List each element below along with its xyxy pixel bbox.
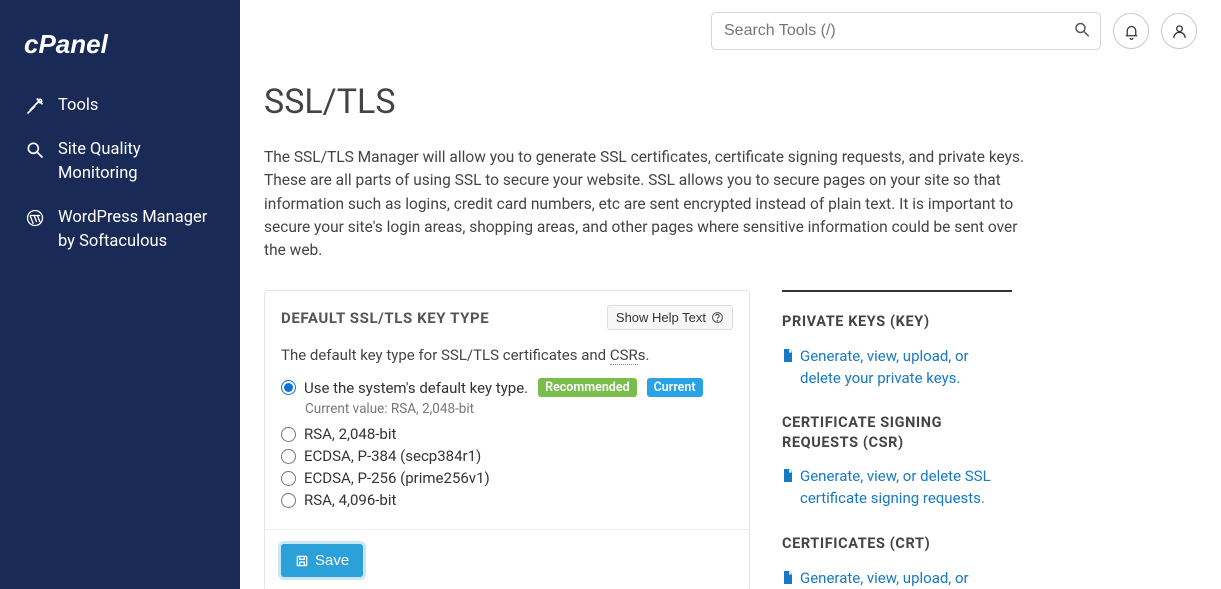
file-icon: [782, 348, 794, 367]
badge-current: Current: [647, 378, 703, 397]
option-label: ECDSA, P-256 (prime256v1): [304, 469, 490, 487]
section-private-keys: PRIVATE KEYS (KEY) Generate, view, uploa…: [782, 312, 1012, 389]
option-label: ECDSA, P-384 (secp384r1): [304, 447, 481, 465]
search-button[interactable]: [1069, 17, 1095, 46]
file-icon: [782, 468, 794, 487]
file-icon: [782, 570, 794, 589]
sidebar-item-label: WordPress Manager by Softaculous: [58, 206, 216, 254]
badge-recommended: Recommended: [538, 378, 637, 397]
radio-rsa4096[interactable]: [281, 493, 296, 508]
notifications-button[interactable]: [1113, 13, 1149, 49]
save-button[interactable]: Save: [281, 544, 363, 577]
link-csr[interactable]: Generate, view, or delete SSL certificat…: [800, 466, 1012, 510]
sidebar-item-label: Site Quality Monitoring: [58, 138, 216, 186]
help-icon: [711, 311, 724, 324]
sidebar-item-tools[interactable]: Tools: [0, 84, 240, 128]
keytype-card: DEFAULT SSL/TLS KEY TYPE Show Help Text …: [264, 290, 750, 589]
card-header: DEFAULT SSL/TLS KEY TYPE Show Help Text: [265, 291, 749, 340]
keytype-option-rsa2048[interactable]: RSA, 2,048-bit: [281, 423, 733, 445]
user-icon: [1171, 23, 1188, 40]
sidebar: cPanel Tools Site Quality Monitoring Wor…: [0, 0, 240, 589]
link-row: Generate, view, upload, or delete SSL ce…: [782, 568, 1012, 589]
sidebar-item-wordpress[interactable]: WordPress Manager by Softaculous: [0, 196, 240, 264]
link-row: Generate, view, upload, or delete your p…: [782, 346, 1012, 390]
magnify-icon: [24, 138, 46, 160]
current-value-text: Current value: RSA, 2,048-bit: [305, 401, 733, 417]
keytype-option-default[interactable]: Use the system's default key type. Recom…: [281, 376, 733, 399]
key-desc: The default key type for SSL/TLS certifi…: [281, 346, 733, 364]
show-help-button[interactable]: Show Help Text: [607, 305, 733, 330]
card-footer: Save: [265, 529, 749, 589]
search-wrap: [711, 12, 1101, 50]
csr-abbr: CSR: [610, 346, 638, 365]
page-intro: The SSL/TLS Manager will allow you to ge…: [264, 146, 1034, 262]
link-row: Generate, view, or delete SSL certificat…: [782, 466, 1012, 510]
option-label: RSA, 2,048-bit: [304, 425, 396, 443]
section-title: CERTIFICATE SIGNING REQUESTS (CSR): [782, 413, 1012, 452]
keytype-option-ecdsa384[interactable]: ECDSA, P-384 (secp384r1): [281, 445, 733, 467]
search-input[interactable]: [711, 12, 1101, 50]
help-button-label: Show Help Text: [616, 310, 706, 325]
radio-ecdsa256[interactable]: [281, 471, 296, 486]
card-title: DEFAULT SSL/TLS KEY TYPE: [281, 309, 489, 327]
brand-logo: cPanel: [0, 20, 240, 84]
page-title: SSL/TLS: [264, 82, 1197, 122]
tools-icon: [24, 94, 46, 116]
option-label: Use the system's default key type.: [304, 379, 528, 397]
cpanel-logo-icon: cPanel: [24, 30, 144, 60]
wordpress-icon: [24, 206, 46, 228]
keytype-option-rsa4096[interactable]: RSA, 4,096-bit: [281, 489, 733, 511]
link-crt[interactable]: Generate, view, upload, or delete SSL ce…: [800, 568, 1012, 589]
main-area: SSL/TLS The SSL/TLS Manager will allow y…: [240, 0, 1221, 589]
svg-text:cPanel: cPanel: [24, 30, 109, 59]
radio-ecdsa384[interactable]: [281, 449, 296, 464]
card-body: The default key type for SSL/TLS certifi…: [265, 340, 749, 529]
bell-icon: [1123, 23, 1140, 40]
radio-default[interactable]: [281, 380, 296, 395]
keytype-option-ecdsa256[interactable]: ECDSA, P-256 (prime256v1): [281, 467, 733, 489]
search-icon: [1073, 21, 1091, 39]
columns: DEFAULT SSL/TLS KEY TYPE Show Help Text …: [264, 290, 1197, 589]
account-button[interactable]: [1161, 13, 1197, 49]
content: SSL/TLS The SSL/TLS Manager will allow y…: [240, 50, 1221, 589]
section-title: PRIVATE KEYS (KEY): [782, 312, 1012, 332]
right-column: PRIVATE KEYS (KEY) Generate, view, uploa…: [782, 290, 1012, 589]
section-csr: CERTIFICATE SIGNING REQUESTS (CSR) Gener…: [782, 413, 1012, 510]
save-icon: [295, 554, 309, 568]
section-title: CERTIFICATES (CRT): [782, 534, 1012, 554]
link-private-keys[interactable]: Generate, view, upload, or delete your p…: [800, 346, 1012, 390]
section-crt: CERTIFICATES (CRT) Generate, view, uploa…: [782, 534, 1012, 589]
option-label: RSA, 4,096-bit: [304, 491, 396, 509]
sidebar-item-label: Tools: [58, 94, 98, 118]
topbar: [240, 0, 1221, 50]
save-button-label: Save: [315, 552, 349, 569]
radio-rsa2048[interactable]: [281, 427, 296, 442]
sidebar-item-site-quality[interactable]: Site Quality Monitoring: [0, 128, 240, 196]
